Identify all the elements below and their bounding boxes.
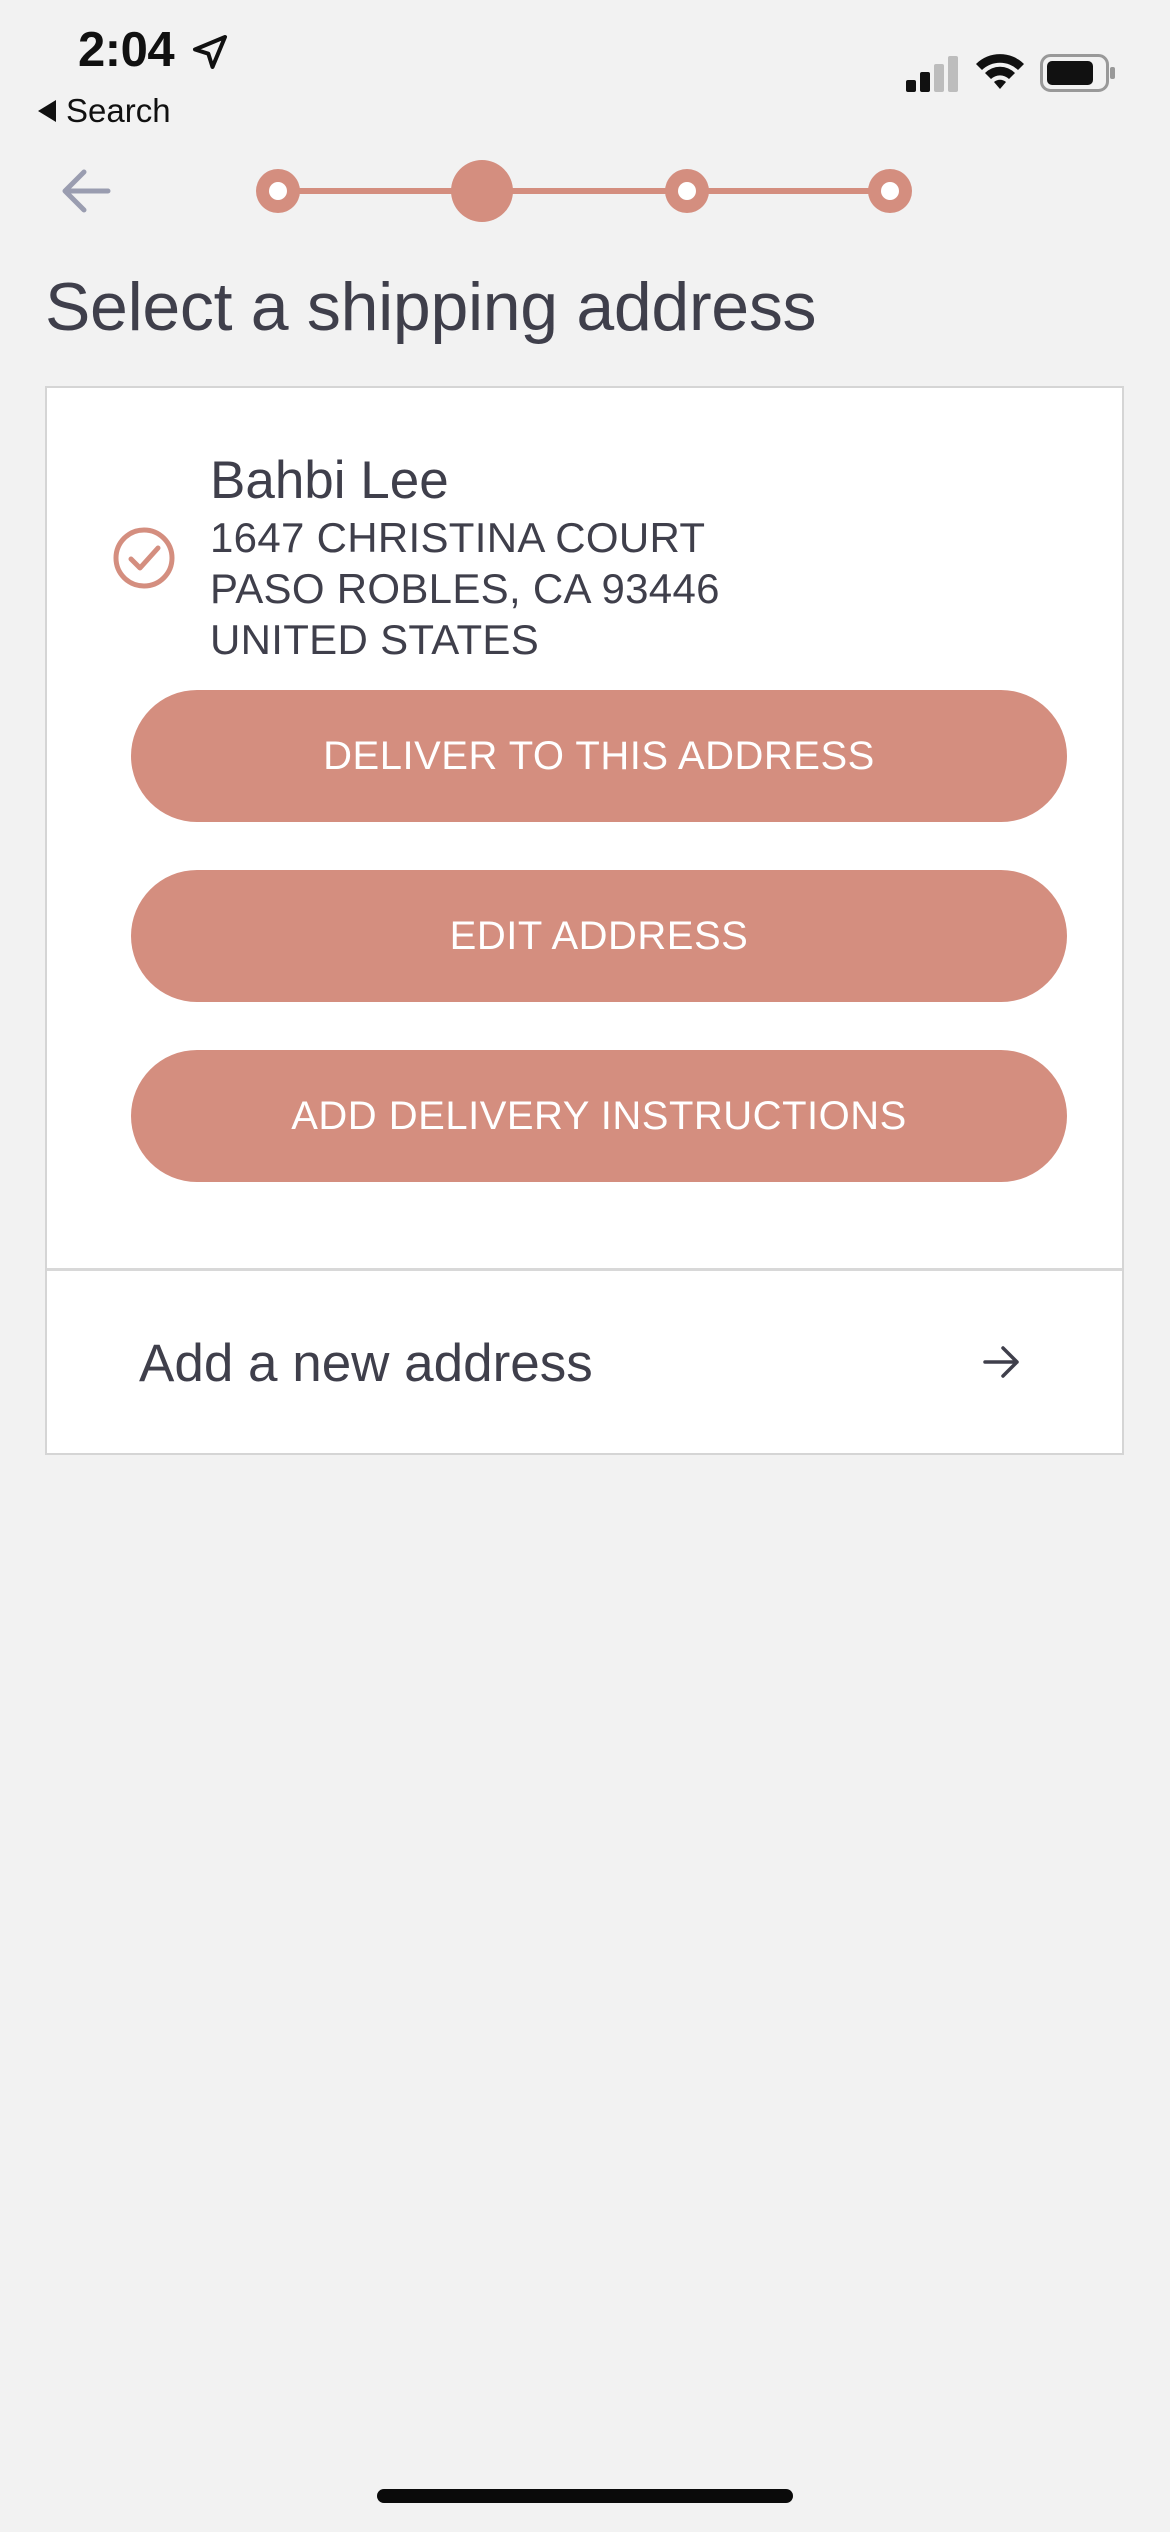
add-new-address-label: Add a new address	[139, 1334, 593, 1393]
address-card: Bahbi Lee 1647 CHRISTINA COURT PASO ROBL…	[45, 386, 1124, 1455]
page-title: Select a shipping address	[45, 269, 817, 345]
status-time: 2:04	[78, 23, 175, 77]
edit-address-button[interactable]: EDIT ADDRESS	[131, 870, 1067, 1002]
battery-icon	[1040, 54, 1115, 92]
progress-step-4	[868, 169, 912, 213]
wifi-icon	[976, 54, 1024, 89]
add-new-address-row[interactable]: Add a new address	[47, 1271, 1122, 1453]
arrow-left-icon[interactable]	[56, 160, 118, 222]
add-delivery-instructions-button[interactable]: ADD DELIVERY INSTRUCTIONS	[131, 1050, 1067, 1182]
cellular-signal-icon	[906, 56, 958, 92]
home-indicator[interactable]	[377, 2489, 793, 2503]
address-city-state-zip: PASO ROBLES, CA 93446	[210, 565, 720, 612]
back-to-app-label: Search	[66, 92, 171, 129]
progress-step-1	[256, 169, 300, 213]
deliver-to-this-address-button[interactable]: DELIVER TO THIS ADDRESS	[131, 690, 1067, 822]
address-street: 1647 CHRISTINA COURT	[210, 514, 706, 561]
check-circle-icon[interactable]	[112, 526, 176, 590]
saved-address-item[interactable]: Bahbi Lee 1647 CHRISTINA COURT PASO ROBL…	[47, 388, 1122, 1271]
back-triangle-icon	[38, 100, 56, 122]
checkout-progress-stepper	[256, 160, 912, 222]
arrow-right-icon	[983, 1346, 1019, 1378]
address-country: UNITED STATES	[210, 616, 540, 663]
location-arrow-icon	[193, 35, 227, 69]
address-name: Bahbi Lee	[210, 451, 449, 510]
progress-step-3	[665, 169, 709, 213]
progress-step-2-current	[451, 160, 513, 222]
back-to-search-link[interactable]: Search	[38, 92, 171, 130]
